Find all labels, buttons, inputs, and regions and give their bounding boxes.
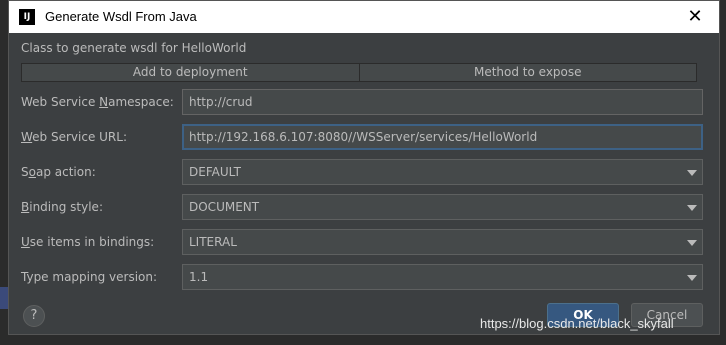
use-items-value: LITERAL	[189, 235, 237, 249]
type-mapping-select[interactable]: 1.1	[182, 264, 703, 290]
use-items-label: Use items in bindings:	[21, 235, 155, 249]
soap-action-value: DEFAULT	[189, 165, 241, 179]
tab-bar: Add to deployment Method to expose	[21, 63, 697, 82]
tab-method-to-expose[interactable]: Method to expose	[359, 64, 696, 81]
soap-action-label: Soap action:	[21, 165, 96, 179]
type-mapping-value: 1.1	[189, 270, 209, 284]
binding-style-row: Binding style: DOCUMENT	[21, 194, 703, 220]
url-row: Web Service URL: http://192.168.6.107:80…	[21, 124, 703, 150]
chevron-down-icon[interactable]	[687, 205, 697, 211]
soap-action-row: Soap action: DEFAULT	[21, 159, 703, 185]
namespace-input[interactable]: http://crud	[182, 89, 703, 115]
url-label: Web Service URL:	[21, 130, 127, 144]
background-ide-strip	[0, 0, 8, 345]
chevron-down-icon[interactable]	[687, 240, 697, 246]
binding-style-select[interactable]: DOCUMENT	[182, 194, 703, 220]
binding-style-label: Binding style:	[21, 200, 103, 214]
namespace-label: Web Service Namespace:	[21, 95, 174, 109]
type-mapping-row: Type mapping version: 1.1	[21, 264, 703, 290]
tab-add-to-deployment[interactable]: Add to deployment	[22, 64, 360, 81]
background-selection-band	[0, 287, 8, 309]
binding-style-value: DOCUMENT	[189, 200, 260, 214]
close-button[interactable]: ✕	[675, 1, 715, 33]
url-input[interactable]: http://192.168.6.107:8080//WSServer/serv…	[182, 124, 703, 150]
type-mapping-label: Type mapping version:	[21, 270, 158, 284]
help-button[interactable]: ?	[23, 305, 45, 327]
chevron-down-icon[interactable]	[687, 275, 697, 281]
intellij-app-icon: IJ	[19, 9, 35, 25]
chevron-down-icon[interactable]	[687, 170, 697, 176]
use-items-select[interactable]: LITERAL	[182, 229, 703, 255]
generate-wsdl-dialog: IJ Generate Wsdl From Java ✕ Class to ge…	[8, 0, 720, 335]
namespace-row: Web Service Namespace: http://crud	[21, 89, 703, 115]
use-items-row: Use items in bindings: LITERAL	[21, 229, 703, 255]
close-icon[interactable]: ✕	[687, 6, 702, 27]
soap-action-select[interactable]: DEFAULT	[182, 159, 703, 185]
dialog-subtitle: Class to generate wsdl for HelloWorld	[21, 41, 247, 55]
watermark-text: https://blog.csdn.net/black_skyfall	[480, 316, 674, 331]
title-bar: IJ Generate Wsdl From Java ✕	[9, 1, 719, 33]
window-title: Generate Wsdl From Java	[45, 9, 197, 24]
